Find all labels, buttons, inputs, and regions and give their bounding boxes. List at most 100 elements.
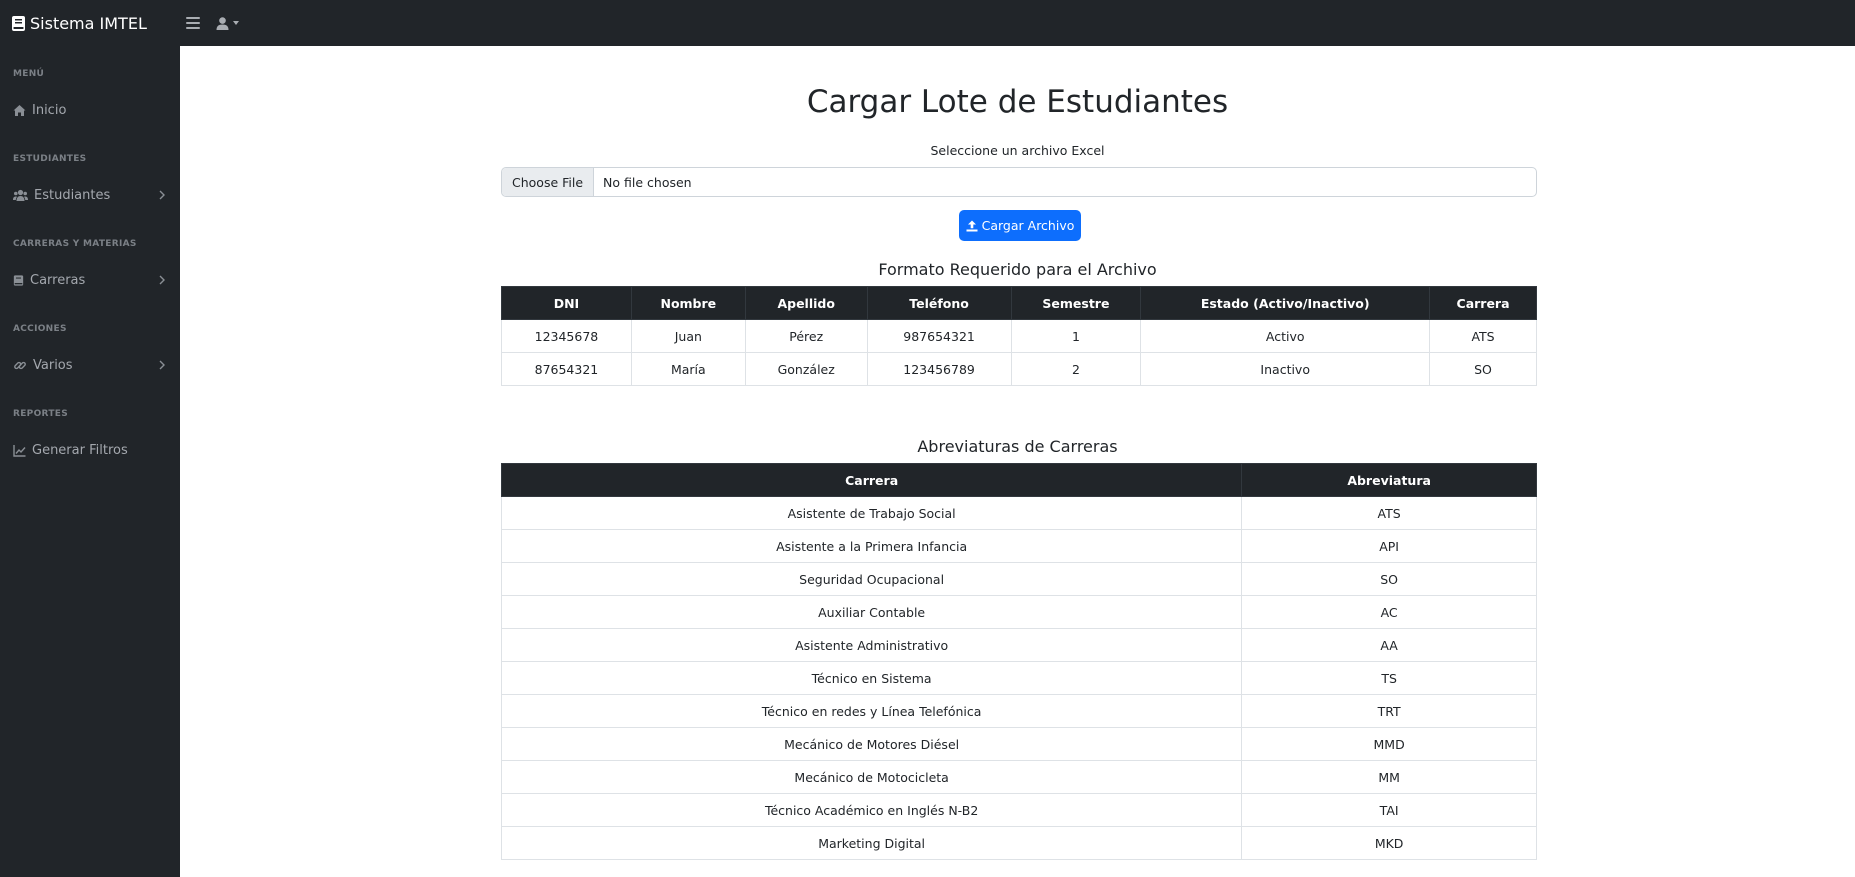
table-row: Asistente de Trabajo Social ATS [500, 496, 1537, 530]
column-header: Abreviatura [1241, 463, 1537, 497]
file-status: No file chosen [603, 174, 692, 190]
table-row: Mecánico de Motores Diésel MMD [500, 727, 1537, 761]
table-cell: TRT [1241, 694, 1537, 728]
table-row: 12345678 Juan Pérez 987654321 1 Activo A… [501, 319, 1537, 353]
book-icon [13, 274, 24, 286]
table-cell: Técnico en redes y Línea Telefónica [500, 694, 1243, 728]
table-cell: Seguridad Ocupacional [500, 562, 1243, 596]
sidebar-item-varios[interactable]: Varios [0, 353, 180, 377]
sidebar-item-label: Generar Filtros [32, 442, 128, 458]
upload-icon [966, 220, 978, 231]
table-row: Técnico en Sistema TS [500, 661, 1537, 695]
brand[interactable]: Sistema IMTEL [0, 14, 180, 33]
table-cell: Marketing Digital [500, 826, 1243, 860]
sidebar-item-generar-filtros[interactable]: Generar Filtros [0, 438, 180, 462]
column-header: DNI [501, 286, 632, 320]
chevron-right-icon [159, 190, 165, 200]
table-header-row: Carrera Abreviatura [500, 463, 1537, 497]
column-header: Carrera [1429, 286, 1537, 320]
chart-line-icon [13, 444, 26, 457]
sidebar-heading-carreras: CARRERAS Y MATERIAS [13, 239, 137, 249]
table-cell: Pérez [744, 319, 868, 353]
table-cell: TAI [1241, 793, 1537, 827]
sidebar: MENÚ Inicio ESTUDIANTES Estudiantes CARR… [0, 46, 180, 877]
table-cell: Activo [1140, 319, 1431, 353]
table-cell: González [744, 352, 868, 386]
format-table: DNI Nombre Apellido Teléfono Semestre Es… [501, 286, 1537, 386]
table-row: Seguridad Ocupacional SO [500, 562, 1537, 596]
abbreviations-table: Carrera Abreviatura Asistente de Trabajo… [500, 463, 1537, 860]
sidebar-item-estudiantes[interactable]: Estudiantes [0, 183, 180, 207]
table-cell: Mecánico de Motores Diésel [500, 727, 1243, 761]
sidebar-item-label: Inicio [32, 102, 67, 118]
table-cell: 2 [1010, 352, 1142, 386]
table-cell: 123456789 [866, 352, 1012, 386]
table-row: Marketing Digital MKD [500, 826, 1537, 860]
format-section-title: Formato Requerido para el Archivo [878, 260, 1157, 279]
file-input-label: Seleccione un archivo Excel [930, 143, 1105, 158]
table-cell: Asistente de Trabajo Social [500, 496, 1243, 530]
table-cell: María [630, 352, 746, 386]
table-cell: 12345678 [501, 319, 632, 353]
sidebar-heading-acciones: ACCIONES [13, 324, 67, 334]
sidebar-item-label: Varios [33, 357, 73, 373]
table-cell: 87654321 [501, 352, 632, 386]
user-menu-dropdown[interactable] [216, 16, 239, 30]
menu-toggle-icon[interactable] [186, 17, 200, 29]
column-header: Estado (Activo/Inactivo) [1140, 286, 1431, 320]
sidebar-item-inicio[interactable]: Inicio [0, 98, 180, 122]
top-navbar: Sistema IMTEL [0, 0, 1855, 46]
table-cell: Auxiliar Contable [500, 595, 1243, 629]
home-icon [13, 104, 26, 116]
table-cell: TS [1241, 661, 1537, 695]
abbreviations-section-title: Abreviaturas de Carreras [917, 437, 1118, 456]
link-icon [14, 361, 26, 369]
table-cell: Técnico Académico en Inglés N-B2 [500, 793, 1243, 827]
table-cell: Técnico en Sistema [500, 661, 1243, 695]
table-cell: SO [1241, 562, 1537, 596]
table-cell: MMD [1241, 727, 1537, 761]
table-cell: AA [1241, 628, 1537, 662]
brand-label: Sistema IMTEL [30, 13, 147, 33]
table-row: Auxiliar Contable AC [500, 595, 1537, 629]
table-row: Técnico en redes y Línea Telefónica TRT [500, 694, 1537, 728]
table-cell: MM [1241, 760, 1537, 794]
table-row: Técnico Académico en Inglés N-B2 TAI [500, 793, 1537, 827]
table-row: Asistente a la Primera Infancia API [500, 529, 1537, 563]
table-cell: ATS [1429, 319, 1537, 353]
sidebar-heading-menu: MENÚ [13, 69, 45, 79]
choose-file-button[interactable]: Choose File [502, 168, 595, 196]
column-header: Carrera [500, 463, 1243, 497]
table-row: Mecánico de Motocicleta MM [500, 760, 1537, 794]
chevron-right-icon [159, 360, 165, 370]
table-cell: 1 [1010, 319, 1142, 353]
table-cell: Inactivo [1140, 352, 1431, 386]
table-cell: SO [1429, 352, 1537, 386]
table-row: Asistente Administrativo AA [500, 628, 1537, 662]
sidebar-item-label: Estudiantes [34, 187, 111, 203]
page-title: Cargar Lote de Estudiantes [806, 84, 1229, 120]
table-cell: Asistente Administrativo [500, 628, 1243, 662]
table-cell: API [1241, 529, 1537, 563]
upload-file-button[interactable]: Cargar Archivo [959, 210, 1081, 241]
table-cell: ATS [1241, 496, 1537, 530]
chevron-right-icon [159, 275, 165, 285]
sidebar-heading-estudiantes: ESTUDIANTES [13, 154, 87, 164]
column-header: Teléfono [866, 286, 1012, 320]
book-icon [12, 15, 25, 31]
main-content: Cargar Lote de Estudiantes Seleccione un… [180, 46, 1855, 877]
table-header-row: DNI Nombre Apellido Teléfono Semestre Es… [501, 286, 1537, 320]
sidebar-item-label: Carreras [30, 272, 86, 288]
caret-down-icon [233, 21, 239, 25]
table-cell: Mecánico de Motocicleta [500, 760, 1243, 794]
column-header: Apellido [744, 286, 868, 320]
table-cell: 987654321 [866, 319, 1012, 353]
table-cell: Asistente a la Primera Infancia [500, 529, 1243, 563]
column-header: Semestre [1010, 286, 1142, 320]
upload-button-label: Cargar Archivo [981, 218, 1075, 233]
table-cell: MKD [1241, 826, 1537, 860]
table-cell: AC [1241, 595, 1537, 629]
sidebar-item-carreras[interactable]: Carreras [0, 268, 180, 292]
file-input[interactable]: Choose File No file chosen [501, 167, 1537, 197]
column-header: Nombre [630, 286, 746, 320]
